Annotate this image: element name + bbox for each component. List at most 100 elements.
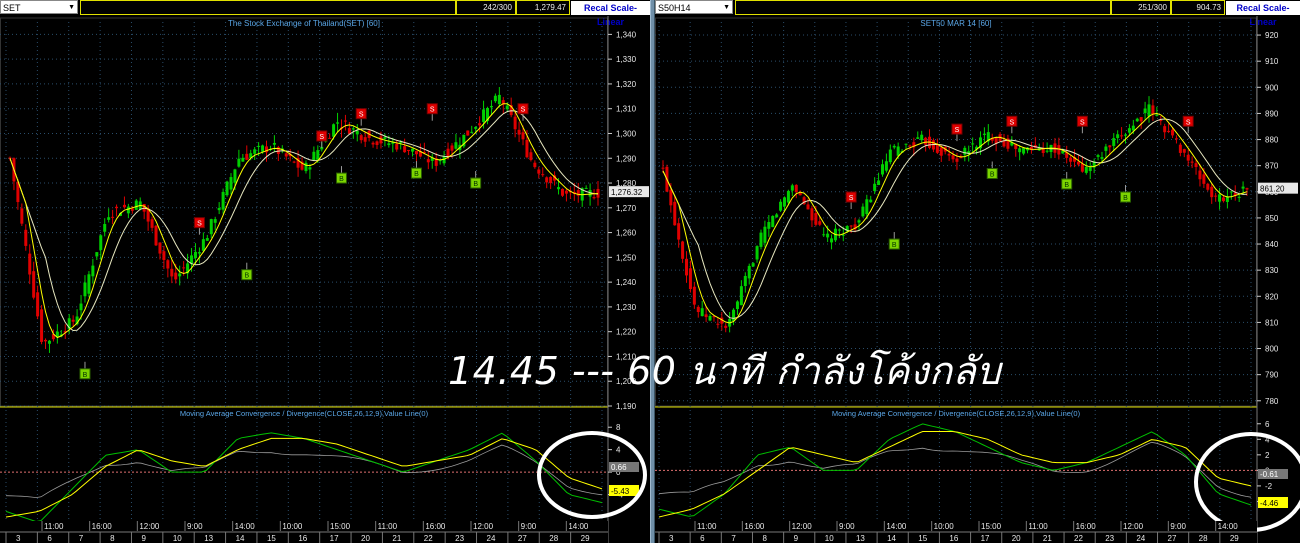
candle-body <box>478 123 482 126</box>
candle-body <box>241 157 245 162</box>
time-label: 12:00 <box>1123 522 1144 531</box>
right-symbol-select[interactable]: S50H14 ▼ <box>655 0 733 14</box>
candle-body <box>904 143 908 145</box>
macd-chart-title: Moving Average Convergence / Divergence(… <box>180 409 429 418</box>
time-label: 9:00 <box>839 522 855 531</box>
candle-body <box>426 159 430 163</box>
buy-signal-label: B <box>244 273 249 280</box>
candle-body <box>783 197 787 207</box>
date-label: 3 <box>16 534 21 543</box>
left-symbol-select[interactable]: SET ▼ <box>0 0 78 14</box>
candle-body <box>533 162 537 168</box>
candle-body <box>673 201 677 226</box>
candle-body <box>134 200 138 210</box>
time-label: 14:00 <box>1218 522 1239 531</box>
moving-average-slow <box>662 118 1248 319</box>
price-tick-label: 1,230 <box>616 303 637 312</box>
candle-body <box>513 116 517 130</box>
candle-body <box>849 225 853 227</box>
candle-body <box>371 142 375 145</box>
candle-body <box>474 127 478 129</box>
left-last-value: 1,279.47 <box>516 0 570 15</box>
candle-body <box>1151 105 1155 115</box>
candle-body <box>454 142 458 149</box>
candle-body <box>363 137 367 142</box>
candle-body <box>20 208 24 224</box>
candle-body <box>963 147 967 155</box>
price-tick-label: 1,320 <box>616 80 637 89</box>
time-label: 15:00 <box>981 522 1002 531</box>
candle-body <box>1182 149 1186 153</box>
right-recal-button[interactable]: Recal Scale-Linear <box>1226 1 1300 27</box>
candle-body <box>1139 117 1143 122</box>
price-tick-label: 840 <box>1265 240 1279 249</box>
macd-line <box>5 432 603 523</box>
candle-body <box>896 146 900 156</box>
candle-body <box>677 223 681 240</box>
candle-body <box>732 309 736 322</box>
candle-body <box>560 188 564 196</box>
candle-body <box>767 222 771 229</box>
right-symbol-value: S50H14 <box>658 3 691 13</box>
candle-body <box>115 206 119 209</box>
sell-signal-label: S <box>1080 119 1085 126</box>
last-price-label: 1,276.32 <box>611 188 643 197</box>
candle-body <box>739 286 743 306</box>
price-tick-label: 1,240 <box>616 278 637 287</box>
candle-body <box>446 148 450 158</box>
date-label: 22 <box>1074 534 1083 543</box>
candle-body <box>245 153 249 160</box>
sell-signal-label: S <box>319 134 324 141</box>
date-label: 6 <box>700 534 705 543</box>
candle-body <box>688 268 692 290</box>
date-label: 14 <box>887 534 896 543</box>
price-chart-title: The Stock Exchange of Thailand(SET) [60] <box>228 19 380 28</box>
candle-body <box>1108 145 1112 148</box>
candle-body <box>1123 134 1127 136</box>
buy-signal-label: B <box>892 242 897 249</box>
price-tick-label: 810 <box>1265 318 1279 327</box>
candle-body <box>1155 114 1159 116</box>
date-label: 17 <box>981 534 990 543</box>
time-label: 12:00 <box>792 522 813 531</box>
candle-body <box>724 325 728 328</box>
candle-body <box>336 122 340 124</box>
date-label: 9 <box>141 534 146 543</box>
macd-value-label: -0.61 <box>1260 470 1279 479</box>
time-label: 14:00 <box>235 522 256 531</box>
date-label: 15 <box>918 534 927 543</box>
candle-body <box>328 137 332 139</box>
candle-body <box>1190 161 1194 163</box>
candle-body <box>359 135 363 141</box>
candle-body <box>806 204 810 210</box>
candle-body <box>537 169 541 174</box>
left-recal-button[interactable]: Recal Scale-Linear <box>571 1 650 27</box>
date-label: 7 <box>79 534 84 543</box>
candle-body <box>292 161 296 163</box>
candle-body <box>1080 163 1084 172</box>
candle-body <box>403 146 407 153</box>
candle-body <box>1221 197 1225 202</box>
macd-signal-label: -5.43 <box>611 487 630 496</box>
candle-body <box>1237 196 1241 198</box>
price-tick-label: 910 <box>1265 57 1279 66</box>
candle-body <box>470 131 474 133</box>
sell-signal-label: S <box>430 107 435 114</box>
date-label: 13 <box>204 534 213 543</box>
macd-histogram-line <box>5 444 603 499</box>
candle-body <box>351 128 355 130</box>
highlight-circle <box>1194 432 1300 532</box>
candle-body <box>1045 150 1049 152</box>
left-symbol-value: SET <box>3 3 21 13</box>
candle-body <box>947 153 951 156</box>
candle-body <box>107 217 111 220</box>
date-label: 10 <box>825 534 834 543</box>
candle-body <box>818 221 822 225</box>
candle-body <box>779 201 783 211</box>
buy-signal-label: B <box>414 171 419 178</box>
date-label: 7 <box>731 534 736 543</box>
buy-signal-label: B <box>1064 182 1069 189</box>
date-label: 3 <box>669 534 674 543</box>
date-label: 8 <box>762 534 767 543</box>
candle-body <box>1210 186 1214 198</box>
